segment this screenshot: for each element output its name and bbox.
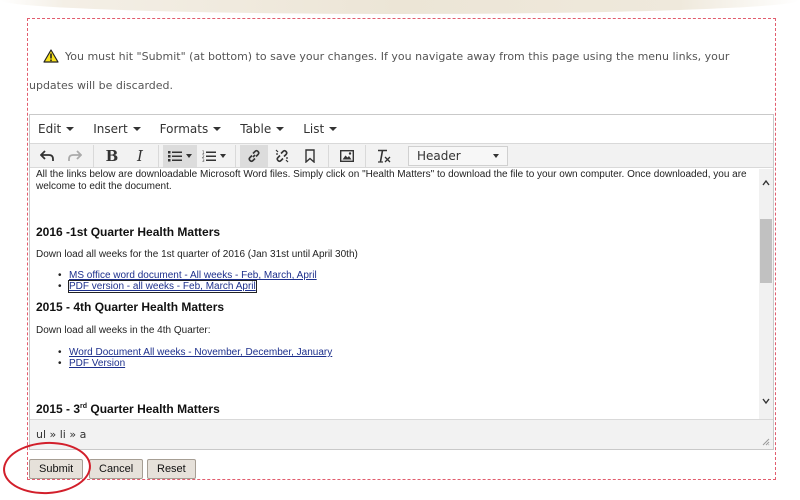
section-paragraph: Down load all weeks for the 1st quarter … [36,249,358,260]
bookmark-icon [305,148,315,163]
menu-edit[interactable]: Edit [38,122,75,136]
anchor-button[interactable] [296,145,324,167]
link-list: Word Document All weeks - November, Dece… [58,347,332,369]
clear-group [370,145,402,167]
warning-text: You must hit "Submit" (at bottom) to sav… [29,50,730,92]
chevron-down-icon [329,127,338,131]
document-link[interactable]: PDF version - all weeks - Feb, March Apr… [68,280,257,293]
bullet-list-icon [168,150,182,161]
rich-text-editor: Edit Insert Formats Table List B I 1 2 3… [29,114,774,450]
chevron-down-icon [213,127,222,131]
content-scrollbar[interactable] [759,169,773,419]
italic-button[interactable]: I [126,145,154,167]
numbered-list-icon: 1 2 3 [202,150,216,162]
chevron-down-icon [186,153,192,158]
list-item: Word Document All weeks - November, Dece… [58,347,332,358]
save-warning: You must hit "Submit" (at bottom) to sav… [29,44,769,99]
insert-image-button[interactable] [333,145,361,167]
link-group [240,144,329,167]
image-icon [340,149,354,162]
resize-handle-icon[interactable] [762,438,770,446]
chevron-down-icon [132,127,141,131]
editor-menubar: Edit Insert Formats Table List [30,115,773,143]
list-item: MS office word document - All weeks - Fe… [58,270,317,281]
svg-text:3: 3 [202,158,205,162]
document-link[interactable]: MS office word document - All weeks - Fe… [69,270,317,281]
clear-formatting-icon [378,149,391,163]
chevron-down-icon [66,127,75,131]
editor-statusbar: ul » li » a [30,419,773,449]
element-path[interactable]: ul » li » a [36,428,86,441]
redo-icon [68,149,82,161]
intro-paragraph: All the links below are downloadable Mic… [36,169,747,192]
list-item: PDF Version [58,358,332,369]
list-item: PDF version - all weeks - Feb, March Apr… [58,280,317,293]
history-group [33,144,94,167]
reset-button[interactable]: Reset [147,459,196,479]
chevron-down-icon [276,127,285,131]
section-paragraph: Down load all weeks in the 4th Quarter: [36,325,211,336]
warning-icon [36,47,59,73]
bold-icon: B [105,146,119,165]
chevron-up-icon[interactable] [762,179,770,187]
editor-content[interactable]: All the links below are downloadable Mic… [30,169,773,419]
redo-button[interactable] [61,145,89,167]
document-link[interactable]: PDF Version [69,358,125,369]
bold-button[interactable]: B [98,145,126,167]
italic-icon: I [137,146,143,165]
chevron-down-icon [220,153,226,158]
link-list: MS office word document - All weeks - Fe… [58,270,317,293]
undo-icon [40,149,54,161]
scrollbar-thumb[interactable] [760,219,772,283]
numbered-list-button[interactable]: 1 2 3 [197,145,231,167]
insert-link-button[interactable] [240,144,268,167]
document-link[interactable]: Word Document All weeks - November, Dece… [69,347,332,358]
format-select-value: Header [417,148,461,163]
clear-formatting-button[interactable] [370,145,398,167]
unlink-icon [275,149,289,162]
style-group: B I [98,144,159,167]
chevron-down-icon[interactable] [762,397,770,405]
header-decoration [0,0,800,14]
menu-formats[interactable]: Formats [160,122,222,136]
section-heading: 2015 - 4th Quarter Health Matters [36,300,225,314]
media-group [333,144,366,167]
remove-link-button[interactable] [268,145,296,167]
cancel-button[interactable]: Cancel [89,459,144,479]
list-group: 1 2 3 [163,144,236,167]
menu-list[interactable]: List [303,122,338,136]
editor-toolbar: B I 1 2 3 Header [30,143,773,168]
section-heading: 2015 - 3rd Quarter Health Matters [36,402,220,416]
format-select[interactable]: Header [408,145,508,166]
undo-button[interactable] [33,145,61,167]
submit-highlight-annotation [1,439,93,497]
menu-table[interactable]: Table [240,122,285,136]
section-heading: 2016 -1st Quarter Health Matters [36,225,221,239]
chevron-down-icon [493,153,499,158]
bullet-list-button[interactable] [163,144,197,167]
menu-insert[interactable]: Insert [93,122,141,136]
link-icon [248,149,260,162]
